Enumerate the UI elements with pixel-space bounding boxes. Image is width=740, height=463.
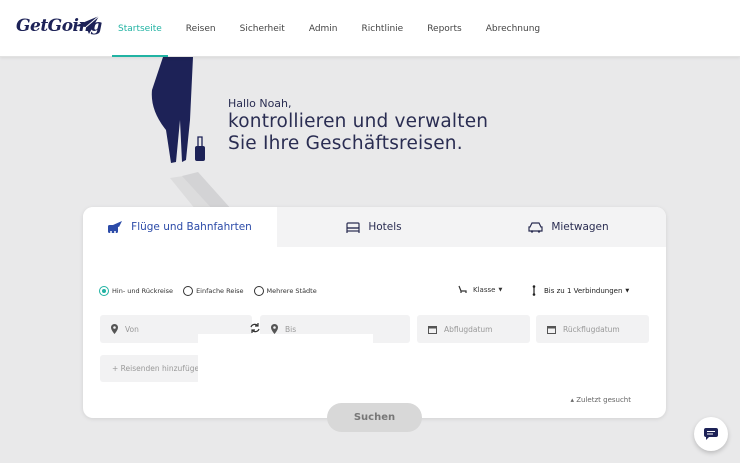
nav-admin[interactable]: Admin <box>303 0 344 57</box>
autocomplete-overlay <box>198 334 373 414</box>
tab-hotels-label: Hotels <box>368 221 402 233</box>
connections-dropdown[interactable]: Bis zu 1 Verbindungen ▼ <box>531 285 629 296</box>
nav-richtlinie[interactable]: Richtlinie <box>356 0 410 57</box>
chat-button[interactable] <box>694 417 728 451</box>
depart-placeholder: Abflugdatum <box>444 324 493 334</box>
seat-icon <box>458 285 467 293</box>
return-date-input[interactable]: Rückflugdatum <box>536 315 649 343</box>
from-placeholder: Von <box>125 324 139 334</box>
class-label: Klasse <box>473 285 496 294</box>
hero-headline-line2: Sie Ihre Geschäftsreisen. <box>228 133 463 154</box>
radio-dot <box>253 286 264 296</box>
add-traveler-button[interactable]: + Reisenden hinzufüge <box>100 355 200 382</box>
radio-dot <box>99 286 109 296</box>
radio-round-trip[interactable]: Hin- und Rückreise <box>99 286 173 296</box>
radio-dot <box>183 286 194 296</box>
connections-label: Bis zu 1 Verbindungen <box>544 286 623 295</box>
location-pin-icon <box>271 324 278 334</box>
radio-one-way[interactable]: Einfache Reise <box>183 286 244 296</box>
calendar-icon <box>547 325 556 334</box>
caret-down-icon: ▼ <box>498 286 503 293</box>
swap-icon[interactable] <box>250 323 260 333</box>
search-card: Flüge und Bahnfahrten Hotels Mietwagen H… <box>83 207 666 418</box>
top-navigation-bar: GetGoing Startseite Reisen Sicherheit Ad… <box>0 0 740 57</box>
trip-type-group: Hin- und Rückreise Einfache Reise Mehrer… <box>99 284 327 298</box>
hero-greeting: Hallo Noah, <box>228 97 292 110</box>
depart-date-input[interactable]: Abflugdatum <box>417 315 530 343</box>
radio-multi-city-label: Mehrere Städte <box>266 287 317 295</box>
main-nav: Startseite Reisen Sicherheit Admin Richt… <box>112 0 558 57</box>
recent-searches-link[interactable]: ▴ Zuletzt gesucht <box>571 396 631 404</box>
hero-headline-line1: kontrollieren und verwalten <box>228 111 489 132</box>
search-button[interactable]: Suchen <box>327 403 422 432</box>
radio-one-way-label: Einfache Reise <box>196 287 244 295</box>
nav-sicherheit[interactable]: Sicherheit <box>234 0 291 57</box>
tab-mietwagen-label: Mietwagen <box>551 221 609 233</box>
plane-train-icon <box>108 221 123 233</box>
search-tabs: Flüge und Bahnfahrten Hotels Mietwagen <box>83 207 666 247</box>
caret-down-icon: ▼ <box>625 287 630 294</box>
radio-multi-city[interactable]: Mehrere Städte <box>253 286 317 296</box>
nav-reports[interactable]: Reports <box>421 0 468 57</box>
getgoing-logo[interactable]: GetGoing <box>16 14 102 42</box>
calendar-icon <box>428 325 437 334</box>
class-dropdown[interactable]: Klasse ▼ <box>458 285 502 294</box>
tab-fluege[interactable]: Flüge und Bahnfahrten <box>83 207 277 247</box>
hero-headline: kontrollieren und verwalten Sie Ihre Ges… <box>228 111 488 155</box>
nav-abrechnung[interactable]: Abrechnung <box>480 0 546 57</box>
connections-icon <box>532 285 536 296</box>
nav-reisen[interactable]: Reisen <box>180 0 222 57</box>
car-icon <box>528 221 543 233</box>
tab-mietwagen[interactable]: Mietwagen <box>471 207 666 247</box>
tab-hotels[interactable]: Hotels <box>277 207 471 247</box>
radio-round-trip-label: Hin- und Rückreise <box>112 287 174 295</box>
bed-icon <box>346 221 360 233</box>
tab-fluege-label: Flüge und Bahnfahrten <box>131 221 252 233</box>
return-placeholder: Rückflugdatum <box>563 324 620 334</box>
location-pin-icon <box>111 324 118 334</box>
chat-icon <box>704 428 718 440</box>
paper-plane-icon <box>75 15 100 34</box>
to-placeholder: Bis <box>285 324 297 334</box>
nav-startseite[interactable]: Startseite <box>112 0 168 57</box>
